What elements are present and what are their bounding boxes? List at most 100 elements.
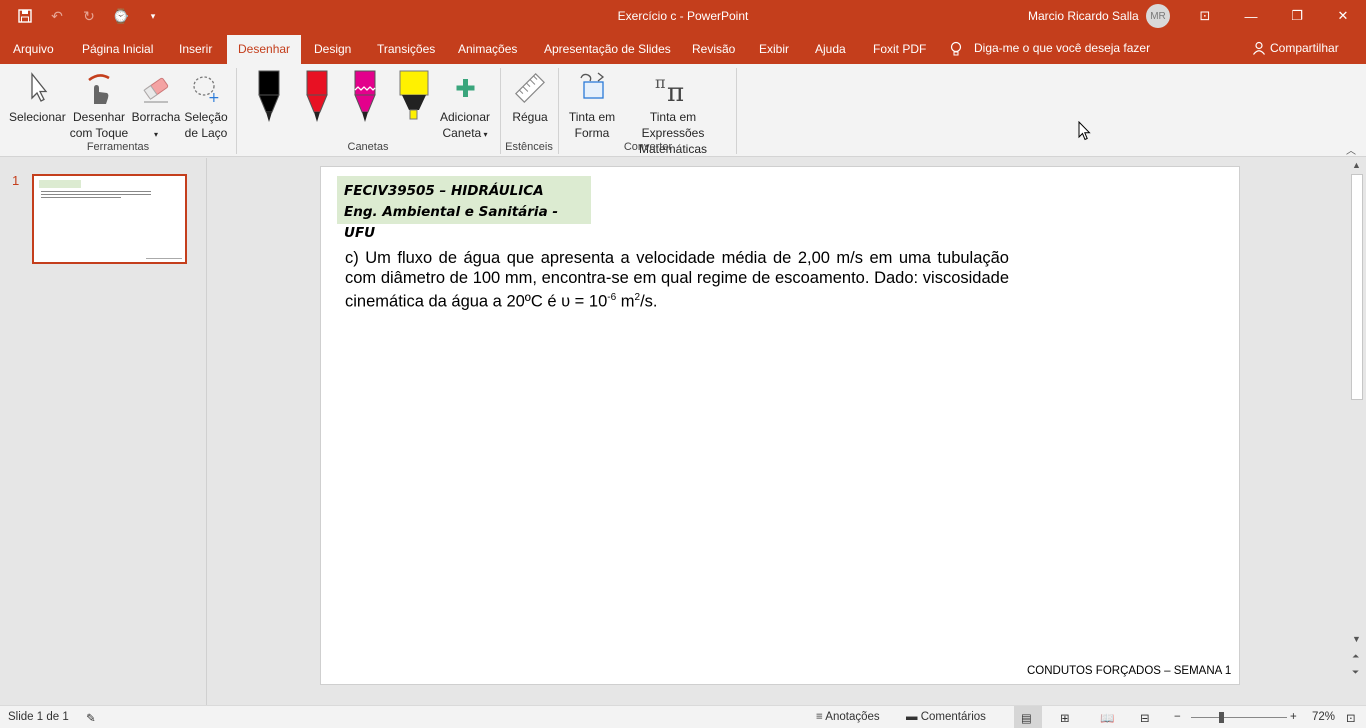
svg-text:π: π <box>667 78 684 106</box>
draw-touch-label-1: Desenhar <box>72 110 126 124</box>
eraser-dropdown-icon[interactable]: ▾ <box>154 130 158 139</box>
slide-canvas[interactable]: FECIV39505 – HIDRÁULICA Eng. Ambiental e… <box>320 166 1240 685</box>
customize-qat-icon[interactable]: ▾ <box>142 6 164 26</box>
avatar[interactable]: MR <box>1146 4 1170 28</box>
zoom-level[interactable]: 72% <box>1312 711 1335 723</box>
body-unit-end: /s. <box>640 292 658 311</box>
ink-shape-label-2: Forma <box>574 126 610 140</box>
arrow-cursor-icon <box>31 72 48 102</box>
thumb-footer-line <box>146 258 182 259</box>
slide-sorter-icon[interactable]: ⊞ <box>1060 711 1070 725</box>
mouse-cursor-icon <box>1078 121 1091 141</box>
scrollbar-thumb[interactable] <box>1351 174 1363 400</box>
comment-icon: ▬ <box>906 711 921 723</box>
vertical-scrollbar[interactable]: ▲ ▼ ⏶ ⏷ <box>1349 158 1366 705</box>
group-label-canetas: Canetas <box>347 141 389 153</box>
tab-ajuda[interactable]: Ajuda <box>815 42 846 56</box>
reading-view-icon[interactable]: 📖 <box>1100 711 1114 725</box>
notes-button[interactable]: ≡ Anotações <box>816 711 880 723</box>
course-code-text: FECIV39505 – HIDRÁULICA <box>344 183 544 199</box>
tab-inserir[interactable]: Inserir <box>179 42 212 56</box>
ribbon: Selecionar Desenhar com Toque Borracha ▾… <box>0 64 1366 157</box>
tab-design[interactable]: Design <box>314 42 351 56</box>
eraser-button[interactable]: Borracha ▾ <box>131 70 181 143</box>
fit-slide-icon[interactable]: ⊡ <box>1346 711 1356 725</box>
pen-icon <box>354 70 376 122</box>
comments-button[interactable]: ▬ Comentários <box>906 711 986 723</box>
draw-with-touch-button[interactable]: Desenhar com Toque <box>68 70 130 141</box>
zoom-slider[interactable] <box>1191 717 1287 718</box>
tell-me-text: Diga-me o que você deseja fazer <box>974 41 1151 55</box>
tab-pagina-inicial[interactable]: Página Inicial <box>82 42 153 56</box>
tab-apresentacao[interactable]: Apresentação de Slides <box>544 42 671 56</box>
zoom-slider-handle[interactable] <box>1219 712 1224 723</box>
ribbon-display-options-icon[interactable]: ⊡ <box>1182 0 1228 32</box>
collapse-ribbon-icon[interactable]: ︿ <box>1346 142 1356 157</box>
notes-icon: ≡ <box>816 711 826 723</box>
spelling-icon[interactable]: ✎ <box>86 711 96 725</box>
select-button[interactable]: Selecionar <box>9 70 66 125</box>
previous-slide-icon[interactable]: ⏶ <box>1352 651 1359 662</box>
body-exponent: -6 <box>607 292 617 303</box>
tab-revisao[interactable]: Revisão <box>692 42 735 56</box>
svg-text:+: + <box>208 90 220 106</box>
thumb-text-line <box>41 194 151 195</box>
slideshow-icon[interactable]: ⊟ <box>1140 711 1150 725</box>
slide-thumbnail-pane: 1 <box>0 158 207 705</box>
add-pen-button[interactable]: Adicionar Caneta ▾ <box>436 70 494 143</box>
presentation-start-icon[interactable]: ⌚ <box>110 6 132 26</box>
save-icon[interactable] <box>14 6 36 26</box>
scroll-up-icon[interactable]: ▲ <box>1352 160 1361 170</box>
status-bar: Slide 1 de 1 ✎ ≡ Anotações ▬ Comentários… <box>0 705 1366 728</box>
scroll-down-icon[interactable]: ▼ <box>1352 634 1361 644</box>
select-label: Selecionar <box>9 110 66 124</box>
add-pen-label-2: Caneta <box>442 126 482 140</box>
undo-icon[interactable]: ↶ <box>46 6 68 26</box>
tell-me-search[interactable]: Diga-me o que você deseja fazer <box>950 41 1150 60</box>
pen-black[interactable] <box>256 70 282 130</box>
tab-exibir[interactable]: Exibir <box>759 42 789 56</box>
eraser-label: Borracha <box>131 110 181 124</box>
slide-body-text[interactable]: c) Um fluxo de água que apresenta a velo… <box>345 248 1009 312</box>
eraser-icon <box>143 77 169 103</box>
zoom-out-icon[interactable]: − <box>1174 711 1181 723</box>
highlighter-icon <box>399 70 429 120</box>
touch-draw-icon <box>88 74 110 104</box>
restore-icon[interactable]: ❐ <box>1274 0 1320 32</box>
pen-pink[interactable] <box>352 70 378 130</box>
user-name[interactable]: Marcio Ricardo Salla <box>1028 9 1139 23</box>
ink-math-label-1: Tinta em Expressões <box>641 110 705 140</box>
ink-to-shape-icon <box>580 72 605 99</box>
group-label-ferramentas: Ferramentas <box>86 141 150 153</box>
lasso-label-2: de Laço <box>184 126 228 140</box>
ruler-icon <box>515 73 545 103</box>
thumb-header-box <box>39 180 81 188</box>
pen-red[interactable] <box>304 70 330 130</box>
highlighter-yellow[interactable] <box>399 70 429 130</box>
slide-thumbnail[interactable] <box>32 174 187 264</box>
normal-view-icon: ▤ <box>1021 713 1032 725</box>
ruler-label: Régua <box>512 110 548 124</box>
tab-arquivo[interactable]: Arquivo <box>13 42 54 56</box>
pen-icon <box>306 70 328 122</box>
zoom-in-icon[interactable]: + <box>1290 711 1297 723</box>
redo-icon[interactable]: ↻ <box>78 6 100 26</box>
tab-desenhar[interactable]: Desenhar <box>227 35 302 64</box>
add-pen-dropdown-icon[interactable]: ▾ <box>481 130 487 139</box>
close-icon[interactable]: ✕ <box>1320 0 1366 32</box>
minimize-icon[interactable]: — <box>1228 0 1274 32</box>
next-slide-icon[interactable]: ⏷ <box>1352 667 1359 678</box>
slide-footer: CONDUTOS FORÇADOS – SEMANA 1 <box>1027 665 1232 677</box>
tab-foxit-pdf[interactable]: Foxit PDF <box>873 42 926 56</box>
svg-text:π: π <box>655 73 666 92</box>
group-label-estenceis: Estênceis <box>505 141 553 153</box>
tab-transicoes[interactable]: Transições <box>377 42 435 56</box>
ink-to-shape-button[interactable]: Tinta em Forma <box>564 70 620 141</box>
lasso-select-button[interactable]: + Seleção de Laço <box>182 70 230 141</box>
slide-header-box[interactable]: FECIV39505 – HIDRÁULICA Eng. Ambiental e… <box>337 176 591 241</box>
ruler-button[interactable]: Régua <box>508 70 552 125</box>
title-bar: ↶ ↻ ⌚ ▾ Exercício c - PowerPoint Marcio … <box>0 0 1366 32</box>
share-button[interactable]: Compartilhar <box>1252 41 1339 58</box>
course-name-text: Eng. Ambiental e Sanitária - UFU <box>344 204 558 241</box>
tab-animacoes[interactable]: Animações <box>458 42 517 56</box>
